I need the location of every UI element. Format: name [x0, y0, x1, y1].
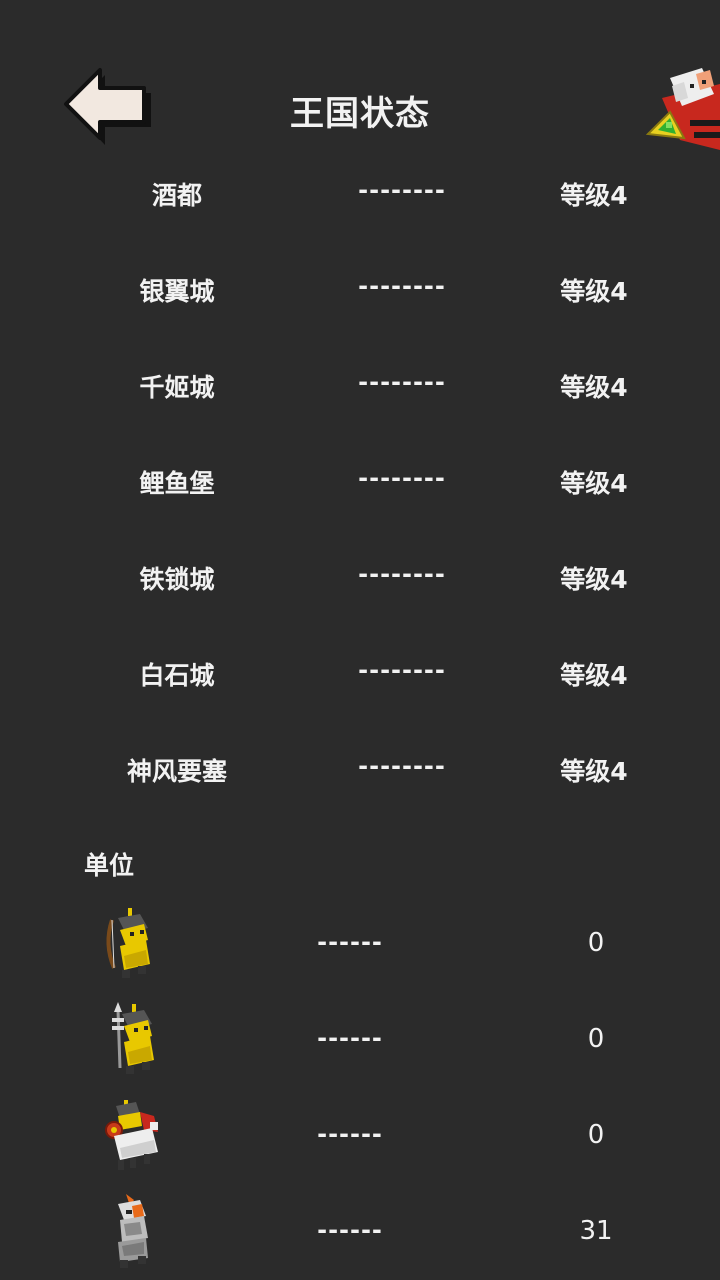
king-avatar-icon	[645, 68, 720, 150]
city-status: --------	[358, 560, 446, 588]
city-name: 银翼城	[139, 277, 215, 306]
city-name: 神风要塞	[126, 757, 227, 786]
city-row: 铁锁城 -------- 等级4	[0, 530, 720, 626]
knight-unit-icon	[100, 1194, 164, 1270]
city-name: 千姬城	[139, 373, 215, 402]
city-name: 酒都	[151, 181, 202, 210]
city-status: --------	[358, 464, 446, 492]
city-status: --------	[358, 176, 446, 204]
unit-row: ------ 0	[0, 896, 720, 992]
unit-row: ------ 0	[0, 992, 720, 1088]
unit-count: 0	[587, 1120, 605, 1150]
city-row: 银翼城 -------- 等级4	[0, 242, 720, 338]
unit-status: ------	[317, 1216, 383, 1244]
city-row: 酒都 -------- 等级4	[0, 146, 720, 242]
city-row: 神风要塞 -------- 等级4	[0, 722, 720, 818]
city-level: 等级4	[560, 277, 628, 306]
unit-status: ------	[317, 1024, 383, 1052]
city-status: --------	[358, 656, 446, 684]
unit-list: ------ 0 ------ 0 ------ 0 ------ 31	[0, 896, 720, 1280]
city-level: 等级4	[560, 373, 628, 402]
spearman-unit-icon	[100, 1002, 164, 1078]
city-level: 等级4	[560, 181, 628, 210]
unit-row: ------ 0	[0, 1088, 720, 1184]
city-row: 千姬城 -------- 等级4	[0, 338, 720, 434]
units-section-title: 单位	[84, 851, 135, 880]
city-name: 铁锁城	[139, 565, 215, 594]
page-title: 王国状态	[290, 94, 430, 134]
unit-count: 0	[587, 928, 605, 958]
city-status: --------	[358, 368, 446, 396]
city-level: 等级4	[560, 469, 628, 498]
city-level: 等级4	[560, 565, 628, 594]
unit-status: ------	[317, 1120, 383, 1148]
unit-count: 0	[587, 1024, 605, 1054]
city-row: 白石城 -------- 等级4	[0, 626, 720, 722]
header: 王国状态	[0, 0, 720, 160]
city-name: 白石城	[139, 661, 215, 690]
unit-count: 31	[579, 1216, 613, 1246]
city-level: 等级4	[560, 661, 628, 690]
cavalry-unit-icon	[100, 1098, 164, 1174]
city-name: 鲤鱼堡	[139, 469, 215, 498]
city-list: 酒都 -------- 等级4 银翼城 -------- 等级4 千姬城 ---…	[0, 146, 720, 818]
archer-unit-icon	[100, 906, 164, 982]
unit-row: ------ 31	[0, 1184, 720, 1280]
city-status: --------	[358, 272, 446, 300]
city-status: --------	[358, 752, 446, 780]
city-row: 鲤鱼堡 -------- 等级4	[0, 434, 720, 530]
king-avatar[interactable]	[644, 64, 720, 156]
city-level: 等级4	[560, 757, 628, 786]
unit-status: ------	[317, 928, 383, 956]
